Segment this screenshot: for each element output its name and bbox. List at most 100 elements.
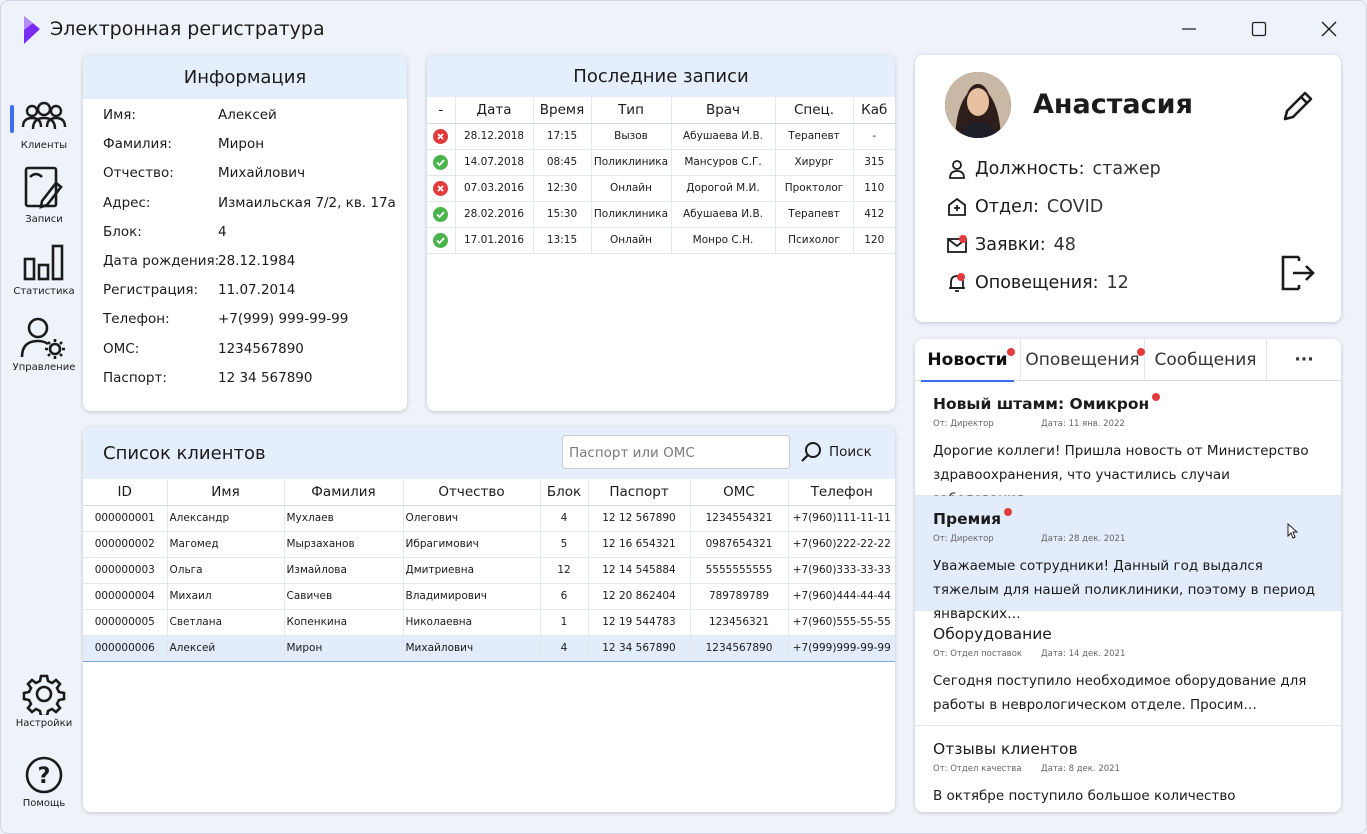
record-row[interactable]: 17.01.2016 13:15 Онлайн Монро С.Н. Психолог 1…: [427, 227, 895, 254]
col-header-oms[interactable]: ОМС: [690, 479, 789, 506]
client-row[interactable]: 000000005 Светлана Копенкина Николаевна 1 12 …: [83, 609, 895, 636]
tab-alerts-dot: [1137, 348, 1145, 356]
search-input[interactable]: Паспорт или ОМС: [562, 435, 790, 469]
close-button[interactable]: [1309, 13, 1349, 45]
nav-item-help[interactable]: ? Помощь: [9, 755, 79, 809]
record-type: Поликлиника: [591, 201, 672, 228]
record-status-cell: [427, 227, 456, 254]
client-oms: 5555555555: [690, 557, 789, 584]
logout-icon[interactable]: [1279, 253, 1317, 293]
profile-alerts-row[interactable]: Оповещения: 12: [947, 273, 1129, 293]
client-row[interactable]: 000000003 Ольга Измайлова Дмитриевна 12 12 14…: [83, 557, 895, 584]
completed-status-icon: [433, 232, 449, 248]
nav-item-management-label: Управление: [12, 362, 76, 373]
edit-profile-icon[interactable]: [1281, 89, 1315, 123]
col-header-passport[interactable]: Паспорт: [588, 479, 691, 506]
info-value: Измаильская 7/2, кв. 17а: [218, 194, 396, 211]
client-block: 4: [540, 505, 589, 532]
tab-news-label: Новости: [927, 350, 1008, 370]
record-row[interactable]: 14.07.2018 08:45 Поликлиника Мансуров С.Г. Х…: [427, 149, 895, 176]
record-date: 28.02.2016: [455, 201, 534, 228]
users-icon: [21, 101, 67, 130]
profile-position-value: стажер: [1092, 159, 1161, 179]
user-gear-icon: [20, 317, 65, 359]
tab-alerts[interactable]: Оповещения: [1021, 339, 1145, 381]
news-tabs: Новости Оповещения Сообщения ···: [915, 339, 1341, 382]
clients-header-row: ID Имя Фамилия Отчество Блок Паспорт ОМС…: [83, 479, 895, 506]
tab-news[interactable]: Новости: [915, 339, 1021, 382]
news-item[interactable]: Новый штамм: Омикрон От: Директор Дата: 11…: [915, 381, 1341, 507]
client-row[interactable]: 000000006 Алексей Мирон Михайлович 4 12 34 56…: [83, 634, 895, 662]
search-button[interactable]: Поиск: [801, 441, 872, 463]
client-oms: 789789789: [690, 583, 789, 610]
nav-item-management[interactable]: Управление: [9, 317, 79, 373]
record-type: Онлайн: [591, 175, 672, 202]
col-header-type[interactable]: Тип: [591, 97, 672, 124]
col-header-phone[interactable]: Телефон: [788, 479, 895, 506]
nav-item-statistics[interactable]: Статистика: [9, 243, 79, 297]
news-unread-dot: [1152, 393, 1161, 401]
news-item[interactable]: Оборудование От: Отдел поставок Дата: 14 д…: [915, 611, 1341, 726]
record-status-cell: [427, 175, 456, 202]
info-value: 4: [218, 223, 227, 240]
person-icon: [949, 160, 965, 179]
nav-item-clients[interactable]: Клиенты: [9, 101, 79, 151]
news-item[interactable]: Премия От: Директор Дата: 28 дек. 2021 Уваж…: [915, 496, 1341, 622]
maximize-button[interactable]: [1239, 13, 1279, 45]
col-header-id[interactable]: ID: [83, 479, 168, 506]
client-list-title: Список клиентов: [103, 443, 266, 464]
col-header-block[interactable]: Блок: [540, 479, 589, 506]
records-header-row: - Дата Время Тип Врач Спец. Каб: [427, 97, 895, 124]
col-header-room[interactable]: Каб: [853, 97, 895, 124]
client-passport: 12 19 544783: [588, 609, 691, 636]
tab-more-button[interactable]: ···: [1267, 339, 1341, 381]
news-title: Премия: [933, 508, 1013, 528]
client-last-name: Савичев: [284, 583, 404, 610]
record-row[interactable]: 07.03.2016 12:30 Онлайн Дорогой М.И. Проктол…: [427, 175, 895, 202]
hospital-icon: [948, 197, 966, 216]
client-patronymic: Николаевна: [403, 609, 541, 636]
news-unread-dot: [1004, 508, 1013, 516]
col-header-spec[interactable]: Спец.: [775, 97, 854, 124]
tab-messages[interactable]: Сообщения: [1145, 339, 1267, 381]
bar-chart-icon: [23, 244, 64, 281]
search-icon: [801, 442, 821, 462]
profile-position-label: Должность:: [975, 159, 1085, 179]
col-header-time[interactable]: Время: [533, 97, 592, 124]
record-time: 17:15: [533, 123, 592, 150]
col-header-patronymic[interactable]: Отчество: [403, 479, 541, 506]
news-item[interactable]: Отзывы клиентов От: Отдел качества Дата: 8…: [915, 726, 1341, 812]
client-block: 1: [540, 609, 589, 636]
record-row[interactable]: 28.12.2018 17:15 Вызов Абушаева И.В. Терапев…: [427, 123, 895, 150]
col-header-doctor[interactable]: Врач: [671, 97, 776, 124]
recent-records-body: 28.12.2018 17:15 Вызов Абушаева И.В. Терапев…: [427, 123, 895, 254]
minimize-button[interactable]: [1169, 13, 1209, 45]
news-title-text: Оборудование: [933, 625, 1052, 643]
profile-requests-row[interactable]: Заявки: 48: [947, 235, 1076, 255]
requests-unread-dot: [959, 235, 967, 243]
col-header-date[interactable]: Дата: [455, 97, 534, 124]
client-row[interactable]: 000000004 Михаил Савичев Владимирович 6 12 20…: [83, 583, 895, 610]
news-date: Дата: 11 янв. 2022: [1041, 419, 1125, 429]
client-id: 000000003: [83, 557, 168, 584]
nav-item-settings-label: Настройки: [15, 718, 73, 729]
client-row[interactable]: 000000001 Александр Мухлаев Олегович 4 12 12 …: [83, 505, 895, 532]
client-passport: 12 12 567890: [588, 505, 691, 532]
alerts-unread-dot: [957, 273, 965, 281]
nav-item-settings[interactable]: Настройки: [9, 673, 79, 729]
news-sender: От: Отдел поставок: [933, 649, 1023, 659]
completed-status-icon: [433, 206, 449, 222]
client-block: 12: [540, 557, 589, 584]
record-row[interactable]: 28.02.2016 15:30 Поликлиника Абушаева И.В. Т…: [427, 201, 895, 228]
client-last-name: Измайлова: [284, 557, 404, 584]
close-icon: [1321, 21, 1337, 37]
news-title-text: Отзывы клиентов: [933, 740, 1078, 758]
nav-item-records[interactable]: Записи: [9, 165, 79, 225]
client-row[interactable]: 000000002 Магомед Мырзаханов Ибрагимович 5 12…: [83, 531, 895, 558]
col-header-first-name[interactable]: Имя: [167, 479, 285, 506]
col-header-last-name[interactable]: Фамилия: [284, 479, 404, 506]
client-first-name: Александр: [167, 505, 285, 532]
recent-records-title: Последние записи: [427, 55, 895, 97]
client-phone: +7(960)222-22-22: [788, 531, 895, 558]
record-date: 07.03.2016: [455, 175, 534, 202]
